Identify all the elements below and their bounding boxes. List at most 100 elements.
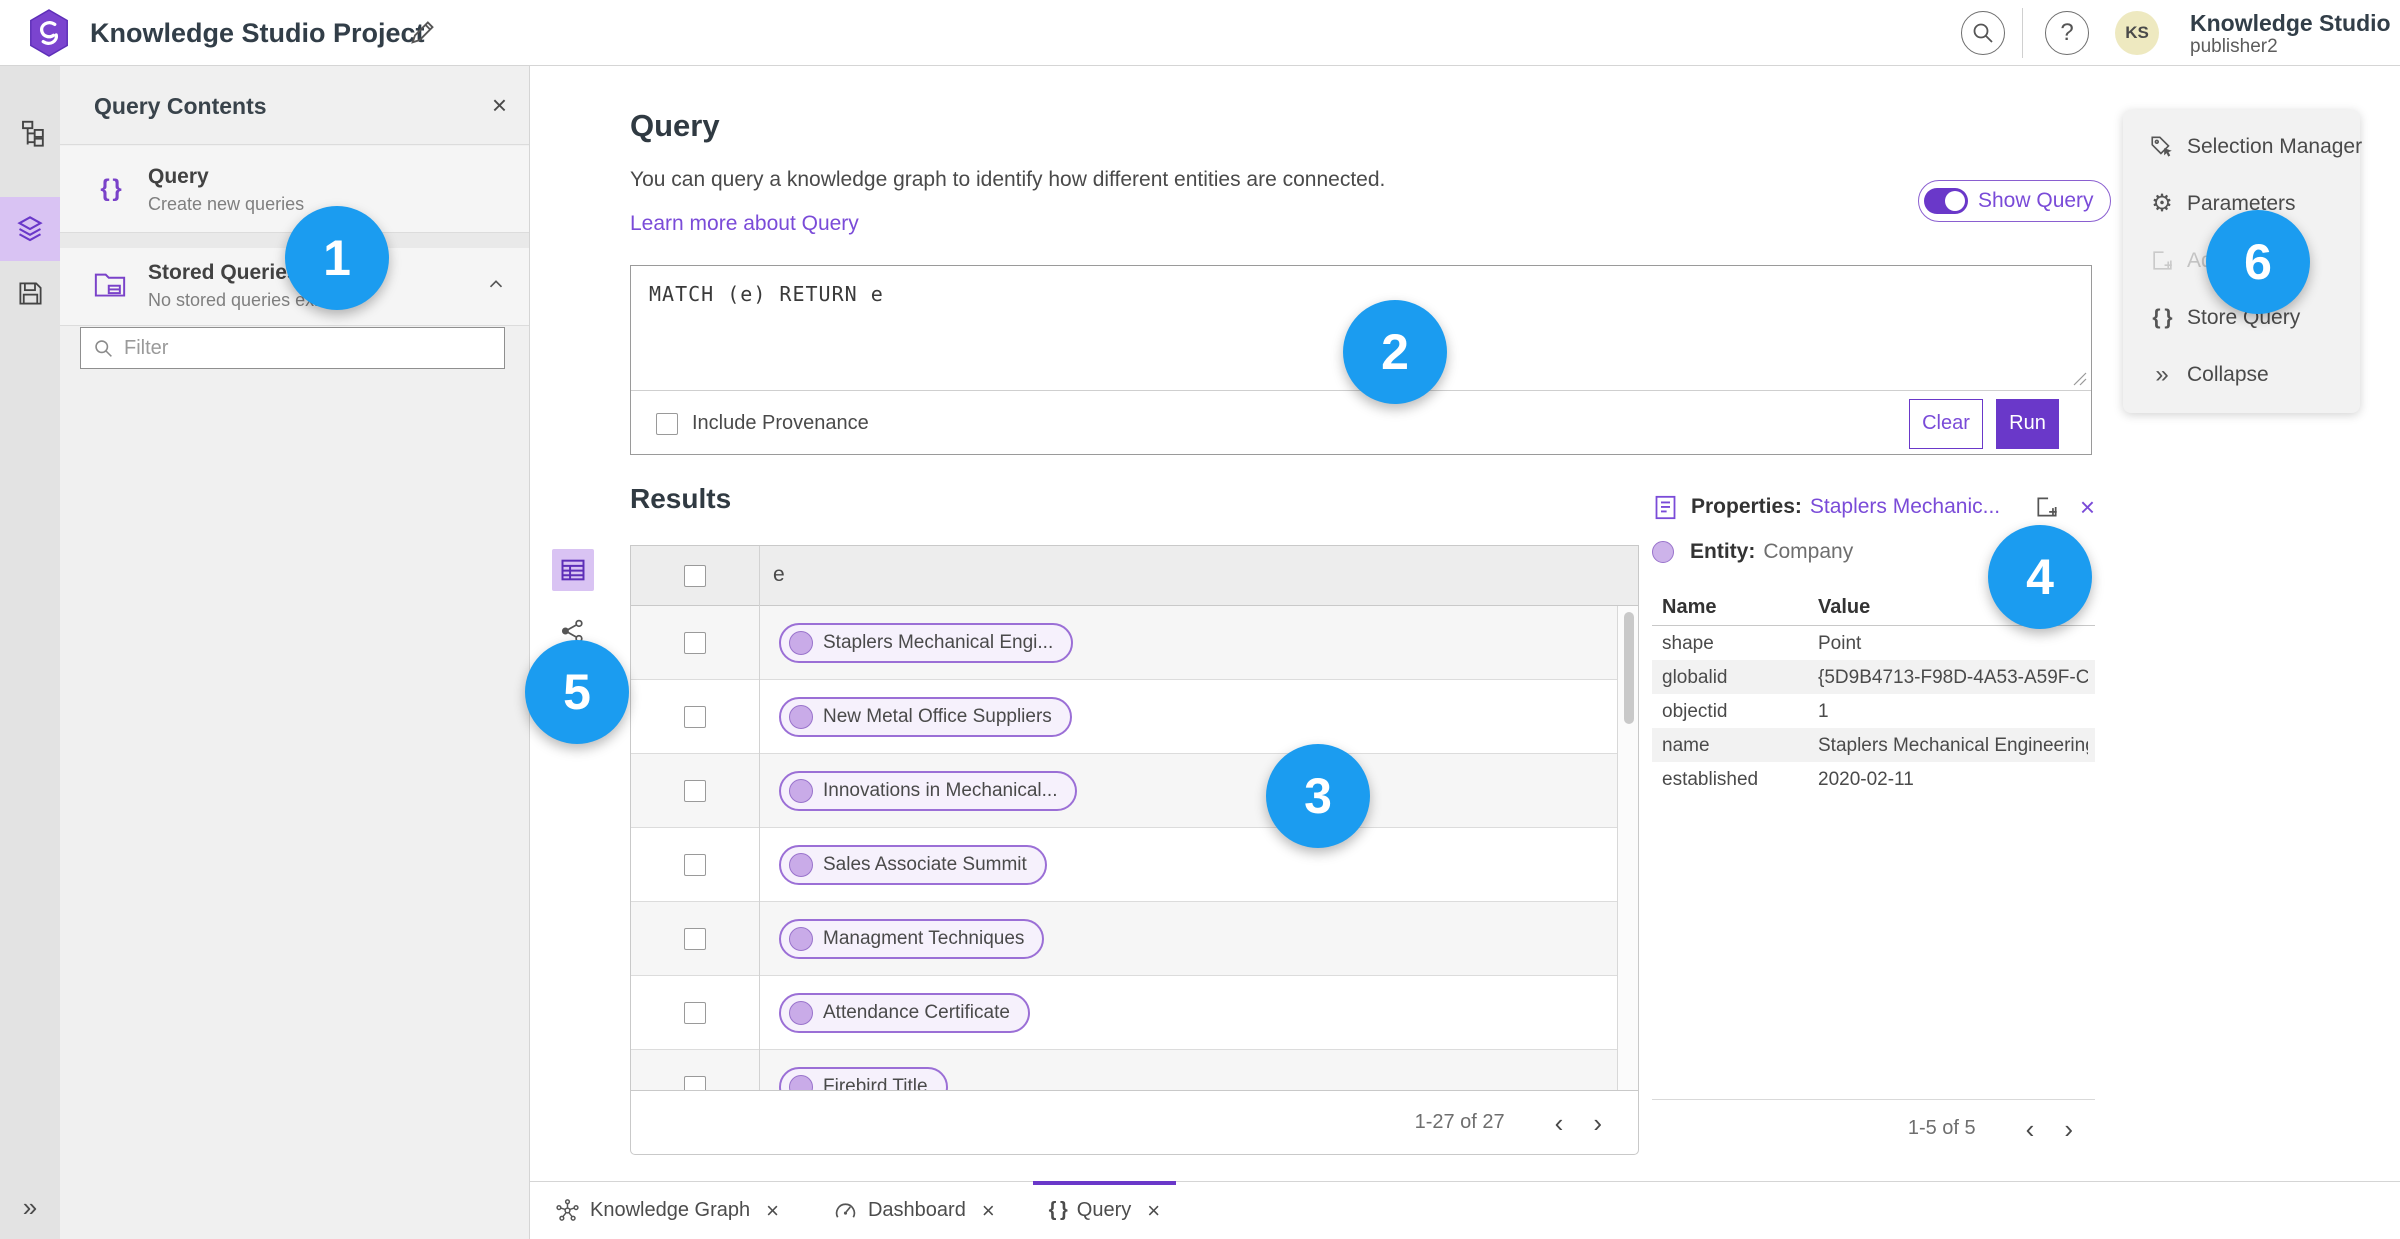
callout-6: 6 — [2206, 210, 2310, 314]
table-view-button[interactable] — [552, 549, 594, 591]
help-button[interactable]: ? — [2045, 11, 2089, 55]
properties-col-value: Value — [1818, 596, 1871, 618]
selection-manager-icon — [2147, 134, 2177, 160]
query-contents-header: Query Contents × — [60, 66, 529, 145]
table-icon — [561, 559, 585, 581]
stored-queries-title: Stored Queries — [148, 261, 299, 284]
clear-button[interactable]: Clear — [1909, 398, 1983, 449]
show-query-label: Show Query — [1978, 189, 2094, 212]
close-tab-icon[interactable]: × — [766, 1198, 779, 1224]
tab-query[interactable]: { } Query × — [1032, 1180, 1177, 1239]
gear-icon: ⚙ — [2151, 190, 2173, 217]
row-checkbox[interactable] — [684, 853, 706, 876]
filter-input[interactable] — [124, 336, 504, 360]
callout-4: 4 — [1988, 525, 2092, 629]
include-provenance-checkbox[interactable] — [656, 412, 678, 435]
rail-item-contents[interactable] — [0, 197, 60, 261]
tab-dashboard[interactable]: Dashboard × — [831, 1182, 997, 1239]
edit-title-pencil-icon[interactable] — [408, 19, 436, 47]
tab-knowledge-graph[interactable]: Knowledge Graph × — [553, 1182, 781, 1239]
results-prev-page-icon[interactable]: ‹ — [1555, 1110, 1564, 1136]
entity-dot-icon — [789, 779, 813, 803]
row-checkbox[interactable] — [684, 705, 706, 728]
search-button[interactable] — [1961, 11, 2005, 55]
toggle-knob — [1945, 191, 1965, 211]
learn-more-link[interactable]: Learn more about Query — [630, 212, 859, 236]
expand-rail-button[interactable]: » — [0, 1192, 60, 1223]
collapse-section-chevron-icon[interactable] — [485, 274, 507, 301]
save-icon — [18, 281, 42, 305]
rail-item-hierarchy[interactable] — [0, 102, 60, 166]
entity-dot-icon — [789, 927, 813, 951]
callout-1: 1 — [285, 206, 389, 310]
results-heading: Results — [630, 483, 732, 514]
properties-next-page-icon[interactable]: › — [2064, 1116, 2073, 1142]
table-row[interactable]: Firebird Title — [631, 1050, 1617, 1090]
collapse-item[interactable]: » Collapse — [2123, 346, 2360, 403]
search-icon — [1973, 23, 1993, 43]
help-icon: ? — [2060, 19, 2074, 46]
rail-item-save[interactable] — [0, 261, 60, 325]
table-row[interactable]: Innovations in Mechanical... — [631, 754, 1617, 828]
show-query-toggle[interactable]: Show Query — [1918, 180, 2111, 222]
results-pagination: 1-27 of 27 ‹ › — [630, 1091, 1639, 1155]
dashboard-gauge-icon — [835, 1203, 856, 1218]
account-org-name: Knowledge Studio — [2190, 10, 2391, 36]
project-title: Knowledge Studio Project — [90, 18, 425, 48]
entity-pill[interactable]: Attendance Certificate — [779, 993, 1030, 1033]
account-menu[interactable]: Knowledge Studio publisher2 — [2190, 10, 2391, 58]
select-all-checkbox[interactable] — [684, 564, 706, 587]
properties-entity-link[interactable]: Staplers Mechanic... — [1810, 495, 2026, 519]
entity-dot-icon — [789, 1001, 813, 1025]
callout-2: 2 — [1343, 300, 1447, 404]
properties-pagination: 1-5 of 5 ‹ › — [1652, 1099, 2095, 1157]
table-row[interactable]: Attendance Certificate — [631, 976, 1617, 1050]
entity-type-dot-icon — [1652, 541, 1674, 563]
selection-manager-item[interactable]: Selection Manager — [2123, 118, 2362, 175]
results-table: e Staplers Mechanical Engi... New Metal … — [630, 545, 1639, 1091]
column-divider — [759, 546, 760, 1090]
row-checkbox[interactable] — [684, 927, 706, 950]
entity-pill[interactable]: Managment Techniques — [779, 919, 1045, 959]
knowledge-studio-logo-icon[interactable] — [26, 9, 72, 57]
filter-search-icon — [95, 339, 112, 357]
close-tab-icon[interactable]: × — [982, 1198, 995, 1224]
table-row[interactable]: Sales Associate Summit — [631, 828, 1617, 902]
resize-handle-icon[interactable] — [2073, 372, 2087, 386]
properties-prev-page-icon[interactable]: ‹ — [2026, 1116, 2035, 1142]
scrollbar-thumb[interactable] — [1624, 612, 1634, 724]
table-row[interactable]: Managment Techniques — [631, 902, 1617, 976]
query-contents-title: Query Contents — [94, 93, 267, 119]
close-tab-icon[interactable]: × — [1147, 1198, 1160, 1224]
row-checkbox[interactable] — [684, 1075, 706, 1090]
table-row[interactable]: Staplers Mechanical Engi... — [631, 606, 1617, 680]
query-heading: Query — [630, 108, 720, 143]
entity-type-value: Company — [1763, 540, 1854, 563]
properties-header: Properties: Staplers Mechanic... × — [1652, 490, 2095, 524]
entity-pill[interactable]: Sales Associate Summit — [779, 845, 1047, 885]
entity-pill[interactable]: Innovations in Mechanical... — [779, 771, 1078, 811]
entity-pill[interactable]: Staplers Mechanical Engi... — [779, 623, 1074, 663]
properties-label: Properties: — [1691, 495, 1802, 518]
entity-pill[interactable]: New Metal Office Suppliers — [779, 697, 1072, 737]
avatar[interactable]: KS — [2115, 11, 2159, 55]
close-properties-icon[interactable]: × — [2080, 492, 2095, 523]
row-checkbox[interactable] — [684, 631, 706, 654]
row-checkbox[interactable] — [684, 1001, 706, 1024]
knowledge-graph-icon — [556, 1199, 579, 1221]
braces-icon: { } — [100, 175, 121, 202]
include-provenance-label: Include Provenance — [692, 412, 869, 434]
entity-pill[interactable]: Firebird Title — [779, 1067, 948, 1090]
add-to-map-icon[interactable] — [2034, 494, 2060, 520]
contents-item-query[interactable]: { } Query Create new queries — [60, 146, 529, 233]
add-to-map-icon — [2147, 248, 2177, 273]
hierarchy-icon — [22, 120, 44, 147]
account-username: publisher2 — [2190, 36, 2278, 58]
results-scrollbar[interactable] — [1617, 606, 1638, 1090]
results-next-page-icon[interactable]: › — [1593, 1110, 1602, 1136]
close-panel-icon[interactable]: × — [492, 90, 507, 121]
property-row: name Staplers Mechanical Engineering — [1652, 728, 2095, 762]
row-checkbox[interactable] — [684, 779, 706, 802]
run-button[interactable]: Run — [1996, 398, 2059, 449]
table-row[interactable]: New Metal Office Suppliers — [631, 680, 1617, 754]
